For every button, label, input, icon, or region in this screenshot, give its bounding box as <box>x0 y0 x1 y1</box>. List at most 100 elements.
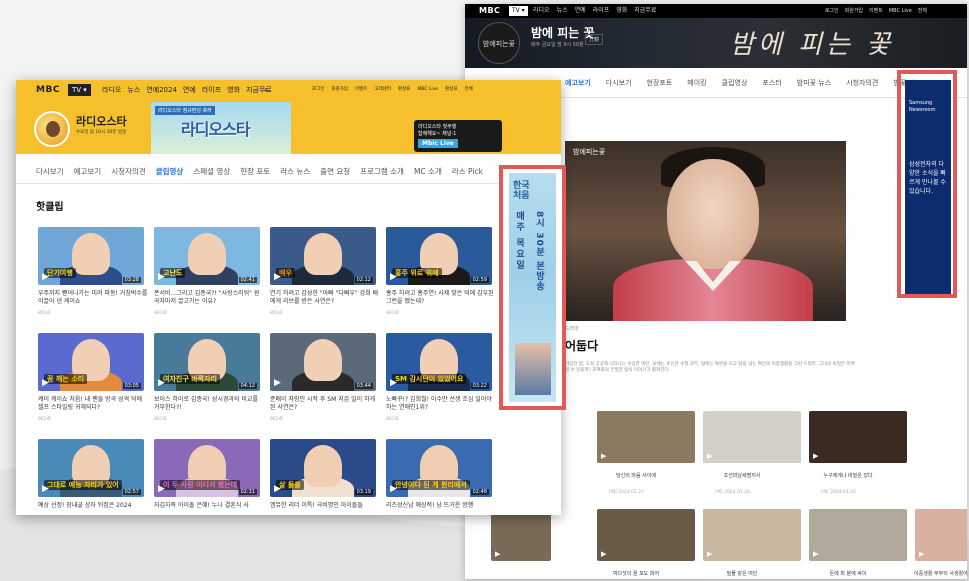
clip-thumbnail[interactable]: ▶ <box>809 509 907 561</box>
nav-tab[interactable]: 프로그램 소개 <box>360 166 404 177</box>
clip-thumbnail[interactable]: ▶ <box>915 509 967 561</box>
nav-tab[interactable]: 다시보기 <box>36 166 64 177</box>
clip-thumbnail[interactable]: ▶ <box>703 509 801 561</box>
clip-duration: 03:05 <box>122 383 141 389</box>
nav-tab[interactable]: 라스 뉴스 <box>280 166 310 177</box>
clip-subtitle: 꿈 깨는 소리 <box>44 374 88 384</box>
mbc-logo[interactable]: MBC <box>36 85 60 95</box>
nav-tab[interactable]: 출연 요청 <box>320 166 350 177</box>
live-line2: 함께해요~ 채널-1 <box>418 131 457 137</box>
tv-dropdown[interactable]: TV ▾ <box>68 84 91 96</box>
clip-title[interactable]: 우주까지 뻗어나가는 미려 파동! 거침박수를 이끌어 낸 케이쇼 <box>38 290 148 306</box>
show-airtime: 매주 금요일 밤 9시 50분 <box>531 42 584 48</box>
clip-thumbnail[interactable]: 꿈 깨는 소리 ▶ 03:05 <box>38 333 144 391</box>
clip-thumbnail[interactable]: 단기여행 ▶ 03:28 <box>38 227 144 285</box>
clip-title[interactable]: 노빠꾸!? 김희철! 이수만 선생 조심 일어야 하는 연애인1위? <box>386 396 496 412</box>
clip-subtitle: 여자친구 바짝자리 <box>160 374 220 384</box>
clip-title[interactable]: 폰서비...그리고 김종국?! "사랑스러워" 원곡자마저 끌고가는 이유? <box>154 290 264 306</box>
gnb-menu-item[interactable]: 뉴스 <box>557 4 568 18</box>
nav-tab[interactable]: 밤피꽃 뉴스 <box>797 78 831 88</box>
clip-title[interactable]: 케이 케이쇼 처음! 내 팬들 방곡 성격 덕에 셀프 스타일링 귀해되다? <box>38 396 148 412</box>
clip-thumbnail[interactable]: 여자친구 바짝자리 ▶ 04:12 <box>154 333 260 391</box>
clip-thumbnail[interactable]: 안녕이다 된 게 원리에서 ▶ 02:48 <box>386 439 492 497</box>
clip-title[interactable]: 리즈성신남 예상적! 낭 뜨거운 방행 <box>386 502 496 510</box>
gnb-util-link[interactable]: 회원가입 <box>331 80 348 100</box>
gnb-util-link[interactable]: 이벤트 <box>355 80 367 100</box>
nav-tab[interactable]: 시청자의견 <box>111 166 146 177</box>
clip-date: [예] 2024.01.20 <box>821 490 856 495</box>
nav-tab[interactable]: MC 소개 <box>414 166 442 177</box>
nav-tab[interactable]: 다시보기 <box>606 78 632 88</box>
clip-thumbnail[interactable]: 홍주 위로 위에 ▶ 02:59 <box>386 227 492 285</box>
clip-thumbnail[interactable]: 고난도 ▶ 02:41 <box>154 227 260 285</box>
gnb-menu-item[interactable]: 라디오 <box>102 80 121 100</box>
clip-title[interactable]: 준배이 자랑인 시작 후 SM 지갑 일이 하게 된 사연은? <box>270 396 380 412</box>
nav-tab[interactable]: 스페셜 영상 <box>193 166 230 177</box>
nav-tab[interactable]: 예고보기 <box>74 166 102 177</box>
gnb-util-link[interactable]: 전체 <box>464 80 472 100</box>
nav-tab[interactable]: 현장 포토 <box>240 166 270 177</box>
clip-thumbnail[interactable]: SM 감시단이 있었어요 ▶ 03:22 <box>386 333 492 391</box>
gnb-menu-item[interactable]: 라이프 <box>593 4 610 18</box>
gnb-util-link[interactable]: MBC Live <box>889 4 912 18</box>
video-player[interactable]: 밤에피는꽃 <box>565 141 846 321</box>
gnb-menu-item[interactable]: 뉴스 <box>127 80 140 100</box>
clip-title[interactable]: 홍주 하려고 홍주연! 사제 맞은 덕에 감우된 그런을 했는데? <box>386 290 496 306</box>
play-icon: ▶ <box>158 272 165 282</box>
clip-thumbnail[interactable]: 살 들을 ▶ 03:19 <box>270 439 376 497</box>
clip-thumbnail[interactable]: 이 두 사람 어디서 봤는데 ▶ 02:31 <box>154 439 260 497</box>
clip-thumbnail[interactable]: ▶ 03:44 <box>270 333 376 391</box>
gnb-menu-item[interactable]: 연예 <box>183 80 196 100</box>
play-icon: ▶ <box>601 550 607 558</box>
nav-tab[interactable]: 시청자의견 <box>846 78 878 88</box>
nav-tab[interactable]: 메이킹 <box>687 78 706 88</box>
clip-thumbnail[interactable]: ▶ <box>703 411 801 463</box>
clip-thumbnail[interactable]: ▶ <box>597 509 695 561</box>
clip-title[interactable]: 보이스 하이로 김종국! 성시경과의 비교를 거부한다?! <box>154 396 264 412</box>
nav-tab[interactable]: 포스터 <box>762 78 781 88</box>
figure-face <box>304 339 342 381</box>
clip-episode: 861회 <box>386 417 399 422</box>
gnb-util-link[interactable]: 편성표 <box>398 80 410 100</box>
gnb-menu-item[interactable]: 연예 <box>575 4 586 18</box>
nav-tab[interactable]: 라스 Pick <box>452 166 483 177</box>
gnb-menu-item[interactable]: 영화 <box>227 80 240 100</box>
header-banner[interactable]: 라디오스타 정규편성 축하 라디오스타 <box>151 102 291 154</box>
clip-thumbnail[interactable]: ▶ <box>491 509 551 561</box>
gnb-util-link[interactable]: 회원가입 <box>845 4 863 18</box>
nav-tab[interactable]: 현장포토 <box>647 78 673 88</box>
clip-thumbnail[interactable]: 그대로 예능 자리가 있어 ▶ 02:57 <box>38 439 144 497</box>
clip-title[interactable]: 자김자족 아이돌 은혜! 누나 결혼식 사 <box>154 502 264 510</box>
tv-dropdown[interactable]: TV ▾ <box>509 6 528 16</box>
ad-vertical-text-1: 매주 목요일 <box>514 211 524 272</box>
gnb-util-link[interactable]: 전체 <box>918 4 927 18</box>
clip-thumbnail[interactable]: ▶ <box>597 411 695 463</box>
nav-tab[interactable]: 클립영상 <box>722 78 748 88</box>
gnb-menu-item[interactable]: 지금무료 <box>634 4 656 18</box>
nav-tab[interactable]: 예고보기 <box>565 78 591 88</box>
gnb-util-link[interactable]: 편성표 <box>445 80 457 100</box>
figure-face <box>667 159 759 269</box>
gnb-util-link[interactable]: 고객센터 <box>374 80 391 100</box>
gnb-util-link[interactable]: MBC Live <box>417 80 438 100</box>
vertical-ad-highlight[interactable]: 한국 처음 매주 목요일 8시 30분 본방송 <box>499 165 566 410</box>
clip-thumbnail[interactable]: 배우 ▶ 02:12 <box>270 227 376 285</box>
gnb-util-link[interactable]: 로그인 <box>825 4 839 18</box>
clip-title[interactable]: 예상 선정! 장내글 상자 뒤집은 2024 <box>38 502 148 510</box>
nav-tab[interactable]: 클립영상 <box>156 166 184 177</box>
mbc-logo[interactable]: MBC <box>479 6 500 16</box>
live-promo[interactable]: 라디오스타 첫주행 함께해요~ 채널-1 Mbic Live <box>414 120 502 152</box>
clip-title[interactable]: 엠뮤한 리더 이특! 극비명인 아이돌들 <box>270 502 380 510</box>
clip-title[interactable]: 연기 하려고 감성한 "아빠 "다빠우" 강희 배에게 리브를 받은 사연은? <box>270 290 380 306</box>
gnb-menu-item[interactable]: 영화 <box>616 4 627 18</box>
gnb-menu-item[interactable]: 라디오 <box>533 4 550 18</box>
vertical-ad-banner[interactable]: 한국 처음 매주 목요일 8시 30분 본방송 <box>509 173 556 402</box>
front-gnb-menu: 라디오 뉴스 연예2024 연예 라이프 영화 지금무료 <box>102 80 272 100</box>
search-icon[interactable]: ⌕ <box>264 80 268 100</box>
gnb-menu-item[interactable]: 연예2024 <box>146 80 177 100</box>
play-icon: ▶ <box>390 378 397 388</box>
gnb-menu-item[interactable]: 라이프 <box>202 80 221 100</box>
clip-thumbnail[interactable]: ▶ <box>809 411 907 463</box>
gnb-util-link[interactable]: 로그인 <box>312 80 324 100</box>
gnb-util-link[interactable]: 이벤트 <box>869 4 883 18</box>
